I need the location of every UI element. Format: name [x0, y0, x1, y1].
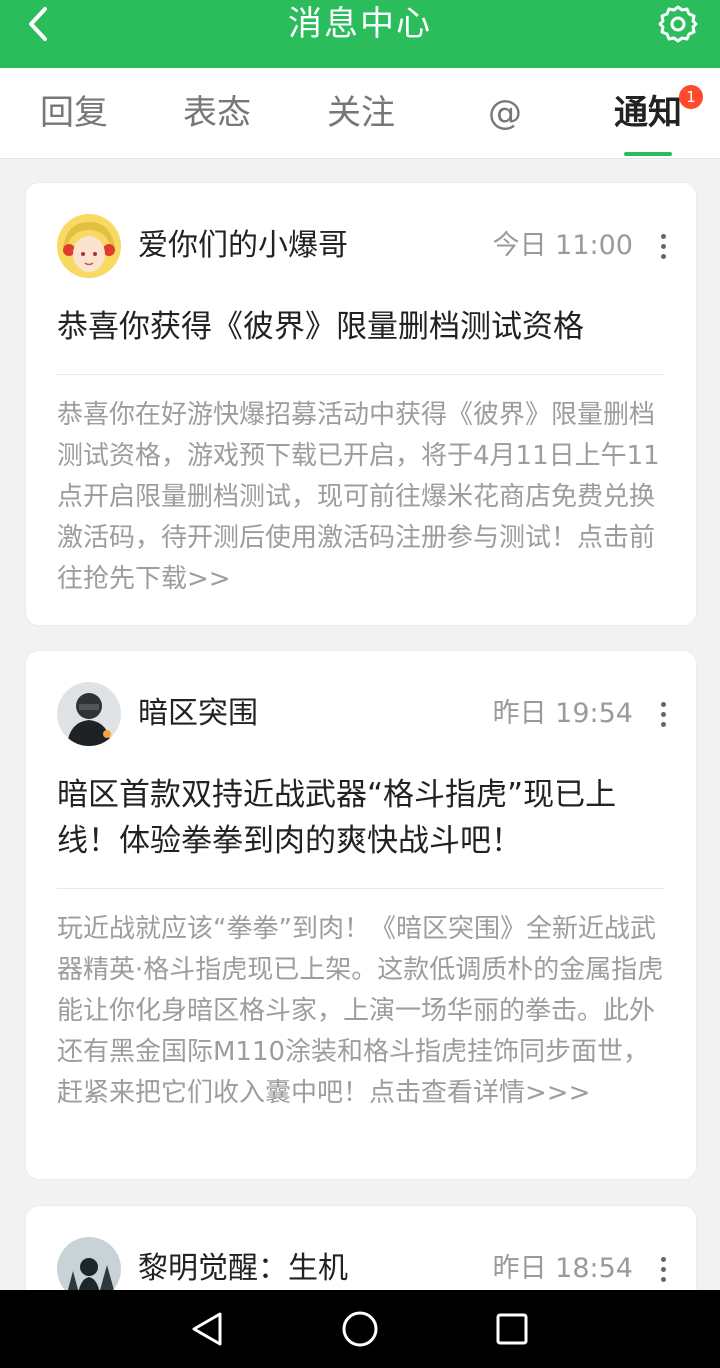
notification-headline: 暗区首款双持近战武器“格斗指虎”现已上线！体验拳拳到肉的爽快战斗吧！: [57, 777, 617, 859]
timestamp: 昨日 19:54: [492, 698, 633, 729]
avatar: [57, 214, 121, 278]
settings-button[interactable]: [656, 2, 700, 46]
more-dot: [660, 721, 666, 727]
triangle-back-icon: [192, 1312, 222, 1346]
message-center-screen: 消息中心 回复 表态 关注 @ 通知 1 爱你们的小爆哥 今日 11:00 恭喜…: [0, 0, 720, 1368]
more-dot: [660, 1256, 666, 1262]
tab-notifications[interactable]: 通知: [608, 68, 688, 158]
more-dot: [660, 243, 666, 249]
notification-body: 玩近战就应该“拳拳”到肉！《暗区突围》全新近战武器精英·格斗指虎现已上架。这款低…: [57, 914, 664, 1108]
avatar: [57, 682, 121, 746]
sender-name: 黎明觉醒：生机: [138, 1251, 348, 1286]
more-dot: [660, 233, 666, 239]
timestamp: 昨日 18:54: [492, 1253, 633, 1284]
avatar-cartoon-icon: [57, 214, 121, 278]
avatar-soldier-icon: [57, 682, 121, 746]
notification-card[interactable]: 爱你们的小爆哥 今日 11:00 恭喜你获得《彼界》限量删档测试资格 恭喜你在好…: [25, 182, 697, 626]
notification-card[interactable]: 暗区突围 昨日 19:54 暗区首款双持近战武器“格斗指虎”现已上线！体验拳拳到…: [25, 650, 697, 1180]
timestamp: 今日 11:00: [492, 230, 633, 261]
circle-home-icon: [342, 1311, 378, 1347]
sender-name: 暗区突围: [138, 696, 258, 731]
more-dot: [660, 253, 666, 259]
more-dot: [660, 1276, 666, 1282]
divider: [57, 374, 664, 375]
system-navigation-bar: [0, 1290, 720, 1368]
more-dot: [660, 711, 666, 717]
tab-follow[interactable]: 关注: [321, 68, 401, 158]
tab-reactions[interactable]: 表态: [177, 68, 257, 158]
more-dot: [660, 1266, 666, 1272]
notification-body: 恭喜你在好游快爆招募活动中获得《彼界》限量删档测试资格，游戏预下载已开启，将于4…: [57, 400, 660, 594]
system-home-button[interactable]: [335, 1304, 385, 1354]
system-back-button[interactable]: [182, 1304, 232, 1354]
more-options-button[interactable]: [658, 1249, 668, 1289]
tab-reply[interactable]: 回复: [34, 68, 114, 158]
tab-mentions[interactable]: @: [475, 68, 535, 158]
tab-bar: 回复 表态 关注 @ 通知: [0, 68, 720, 159]
notification-headline: 恭喜你获得《彼界》限量删档测试资格: [57, 309, 584, 345]
active-tab-indicator: [624, 152, 672, 156]
top-bar: 消息中心: [0, 0, 720, 68]
more-options-button[interactable]: [658, 226, 668, 266]
sender-name: 爱你们的小爆哥: [138, 228, 348, 263]
gear-icon: [658, 5, 698, 43]
more-dot: [660, 701, 666, 707]
more-options-button[interactable]: [658, 694, 668, 734]
square-recents-icon: [496, 1313, 528, 1345]
system-recents-button[interactable]: [487, 1304, 537, 1354]
divider: [57, 888, 664, 889]
page-title: 消息中心: [288, 4, 432, 44]
notification-count-badge: 1: [679, 85, 703, 109]
